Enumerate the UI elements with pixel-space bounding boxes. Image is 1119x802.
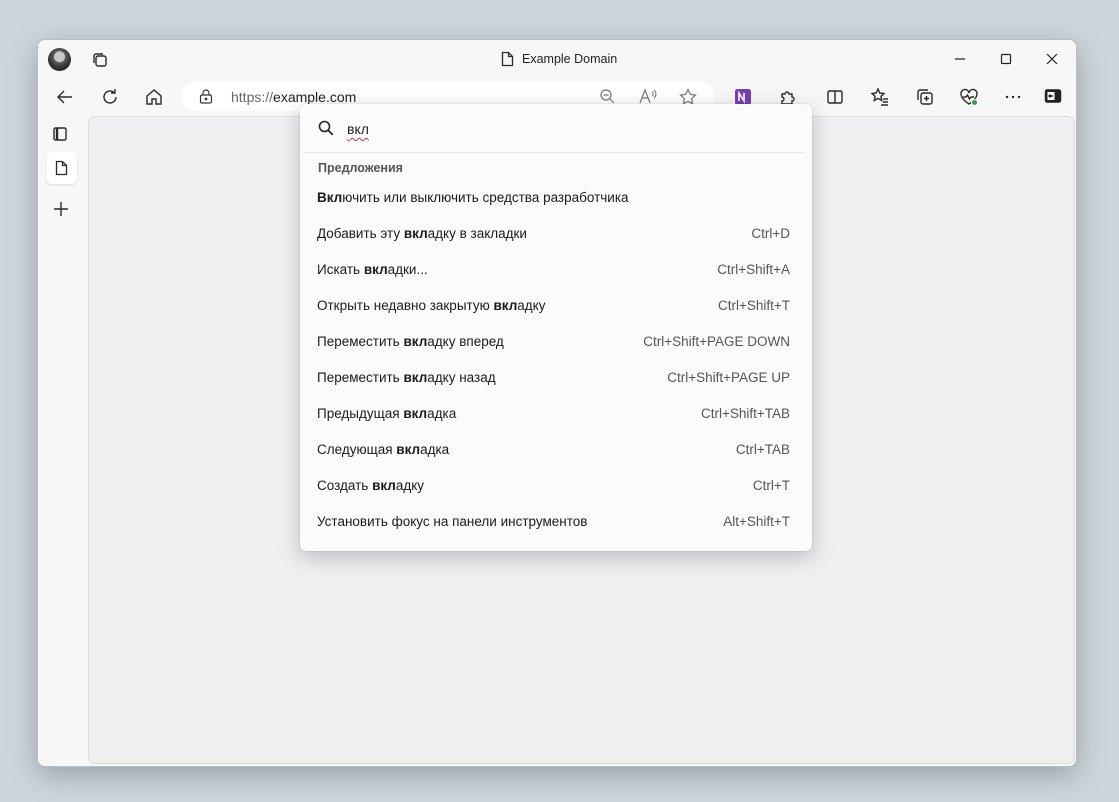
workspaces-icon[interactable] <box>90 50 110 70</box>
lock-icon[interactable] <box>199 89 213 104</box>
command-item-shortcut: Ctrl+Shift+PAGE UP <box>667 370 790 385</box>
command-item-shortcut: Alt+Shift+T <box>723 514 790 529</box>
command-item-label: Включить или выключить средства разработ… <box>317 190 629 205</box>
command-item-match: вкл <box>372 478 396 493</box>
command-item-text: Установить фокус на панели инструментов <box>317 514 588 529</box>
command-item[interactable]: Переместить вкладку назад Ctrl+Shift+PAGE… <box>300 360 812 396</box>
command-item-text: Переместить <box>317 370 404 385</box>
tab-actions-icon[interactable] <box>52 126 68 142</box>
command-item-shortcut: Ctrl+Shift+A <box>717 262 790 277</box>
window-title: Example Domain <box>501 51 617 67</box>
command-item-match: вкл <box>403 370 428 385</box>
sidebar-toggle-icon[interactable] <box>1044 87 1062 105</box>
command-item-text: адку <box>517 298 546 313</box>
minimize-button[interactable] <box>937 44 983 74</box>
command-item-text: ючить или выключить средства разработчик… <box>342 190 629 205</box>
command-item-label: Создать вкладку <box>317 478 424 493</box>
command-item-match: вкл <box>493 298 518 313</box>
command-item-text: Открыть недавно закрытую <box>317 298 494 313</box>
command-item-label: Открыть недавно закрытую вкладку <box>317 298 545 313</box>
command-item-match: вкл <box>403 334 428 349</box>
command-item-shortcut: Ctrl+D <box>751 226 790 241</box>
command-item[interactable]: Переместить вкладку вперед Ctrl+Shift+PAG… <box>300 324 812 360</box>
command-item-match: вкл <box>403 406 428 421</box>
browser-essentials-icon[interactable] <box>959 87 979 107</box>
url-host: example.com <box>273 89 357 105</box>
command-item-text: адку в закладки <box>427 226 527 241</box>
home-icon[interactable] <box>144 87 164 107</box>
command-search[interactable]: вкл <box>300 104 812 152</box>
more-options-icon[interactable] <box>1003 87 1023 107</box>
command-item[interactable]: Открыть недавно закрытую вкладку Ctrl+Shi… <box>300 288 812 324</box>
command-item-text: адка <box>420 442 450 457</box>
command-item-text: Искать <box>317 262 364 277</box>
maximize-button[interactable] <box>983 44 1029 74</box>
command-item-text: адку вперед <box>427 334 504 349</box>
tab-example-domain[interactable] <box>46 152 77 184</box>
search-icon <box>318 120 334 136</box>
title-bar: Example Domain <box>38 40 1076 78</box>
command-item-label: Добавить эту вкладку в закладки <box>317 226 527 241</box>
command-item-shortcut: Ctrl+T <box>752 478 790 493</box>
command-search-input[interactable]: вкл <box>347 121 369 137</box>
command-item-shortcut: Ctrl+Shift+PAGE DOWN <box>643 334 790 349</box>
command-item-text: Переместить <box>317 334 404 349</box>
command-item-shortcut: Ctrl+TAB <box>735 442 790 457</box>
command-item-label: Переместить вкладку назад <box>317 370 496 385</box>
new-tab-plus-icon[interactable] <box>53 201 69 217</box>
split-screen-icon[interactable] <box>825 87 845 107</box>
command-item-text: адки... <box>387 262 428 277</box>
page-icon <box>55 160 68 176</box>
url-protocol: https:// <box>231 89 274 105</box>
command-item-match: вкл <box>403 226 428 241</box>
command-item-label: Следующая вкладка <box>317 442 449 457</box>
command-item[interactable]: Искать вкладки... Ctrl+Shift+A <box>300 252 812 288</box>
collections-icon[interactable] <box>915 87 935 107</box>
command-item-text: Добавить эту <box>317 226 404 241</box>
back-icon[interactable] <box>55 87 75 107</box>
command-palette: вкл Предложения Включить или выключить с… <box>300 104 812 551</box>
command-item-match: вкл <box>363 262 388 277</box>
profile-avatar[interactable] <box>48 48 71 71</box>
command-item-label: Переместить вкладку вперед <box>317 334 504 349</box>
command-item[interactable]: Предыдущая вкладка Ctrl+Shift+TAB <box>300 396 812 432</box>
command-item[interactable]: Добавить эту вкладку в закладки Ctrl+D <box>300 216 812 252</box>
window-title-text: Example Domain <box>522 52 618 66</box>
favorite-star-icon[interactable] <box>679 88 697 105</box>
command-item-text: адку <box>395 478 425 493</box>
command-item-label: Предыдущая вкладка <box>317 406 456 421</box>
zoom-out-icon[interactable] <box>599 88 615 104</box>
url-text[interactable]: https://example.com <box>231 89 356 105</box>
suggestions-heading: Предложения <box>318 161 403 175</box>
command-item-label: Искать вкладки... <box>317 262 428 277</box>
command-item-text: адку назад <box>427 370 496 385</box>
favorites-icon[interactable] <box>870 87 890 107</box>
command-item-text: Предыдущая <box>317 406 404 421</box>
command-item-text: Создать <box>317 478 373 493</box>
command-item[interactable]: Включить или выключить средства разработ… <box>300 180 812 216</box>
command-item[interactable]: Следующая вкладка Ctrl+TAB <box>300 432 812 468</box>
command-item-match: вкл <box>396 442 421 457</box>
divider <box>302 152 804 153</box>
close-button[interactable] <box>1029 44 1075 74</box>
command-item-text: адка <box>427 406 457 421</box>
command-item-text: Следующая <box>317 442 397 457</box>
vertical-tabs-sidebar <box>38 116 86 766</box>
read-aloud-icon[interactable] <box>639 88 657 104</box>
page-icon <box>501 51 514 67</box>
command-item-shortcut: Ctrl+Shift+TAB <box>700 406 790 421</box>
command-item[interactable]: Создать вкладку Ctrl+T <box>300 468 812 504</box>
refresh-icon[interactable] <box>100 87 120 107</box>
command-item[interactable]: Установить фокус на панели инструментов A… <box>300 504 812 540</box>
command-item-shortcut: Ctrl+Shift+T <box>717 298 790 313</box>
command-item-label: Установить фокус на панели инструментов <box>317 514 587 529</box>
command-item-match: Вкл <box>317 190 343 205</box>
